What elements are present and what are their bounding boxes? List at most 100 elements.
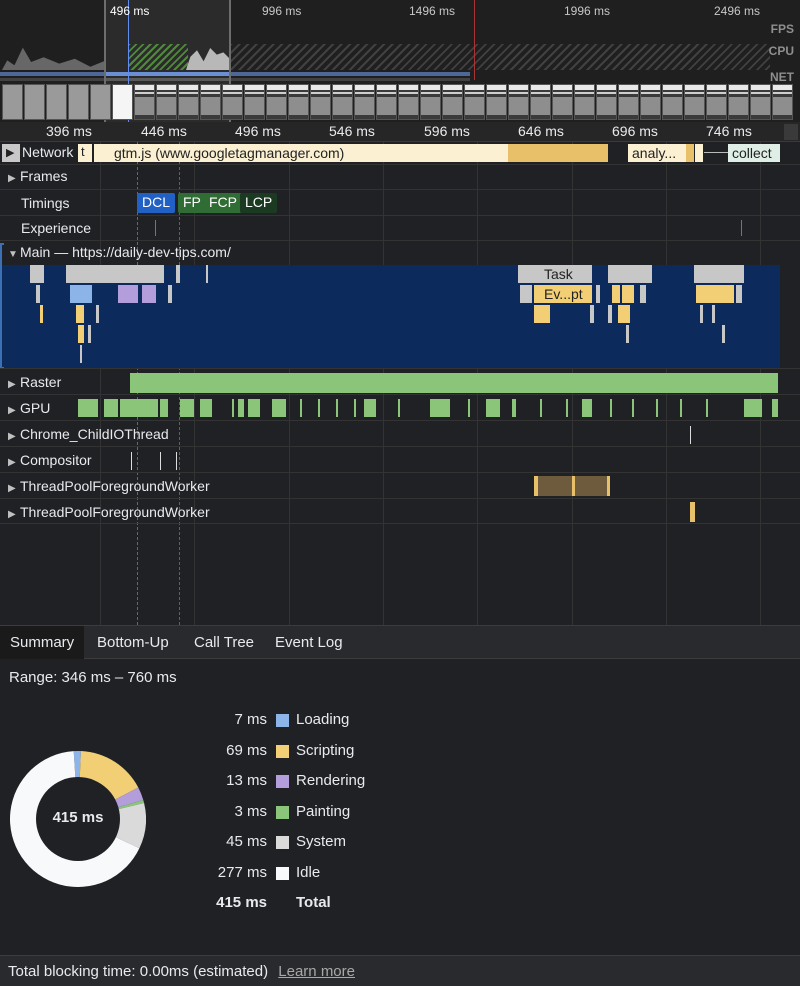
- flame-slice[interactable]: [596, 285, 600, 303]
- task-slice[interactable]: Task: [534, 265, 592, 283]
- timing-marker-fp[interactable]: FP: [178, 193, 206, 213]
- filmstrip-thumbnail[interactable]: [354, 84, 375, 120]
- filmstrip-thumbnail[interactable]: [200, 84, 221, 120]
- main-thread-row[interactable]: ▼ Main — https://daily-dev-tips.com/ Task…: [0, 240, 800, 369]
- flame-slice[interactable]: [518, 265, 534, 283]
- layout-shift-marker[interactable]: [155, 220, 156, 236]
- network-request-analytics[interactable]: analy...: [628, 144, 686, 162]
- flame-slice[interactable]: [590, 305, 594, 323]
- gpu-task[interactable]: [632, 399, 634, 417]
- gpu-task[interactable]: [656, 399, 658, 417]
- filmstrip-thumbnail[interactable]: [706, 84, 727, 120]
- gpu-task[interactable]: [680, 399, 682, 417]
- gpu-task[interactable]: [772, 399, 778, 417]
- expand-arrow-icon[interactable]: ▶: [8, 509, 20, 520]
- flame-slice[interactable]: [176, 265, 180, 283]
- flame-slice[interactable]: [206, 265, 208, 283]
- learn-more-link[interactable]: Learn more: [278, 963, 355, 980]
- filmstrip-thumbnail[interactable]: [420, 84, 441, 120]
- filmstrip-thumbnail[interactable]: [552, 84, 573, 120]
- gpu-task[interactable]: [398, 399, 400, 417]
- collapse-arrow-icon[interactable]: ▼: [8, 249, 20, 260]
- io-thread-row[interactable]: ▶ Chrome_ChildIOThread: [0, 420, 800, 446]
- gpu-task[interactable]: [336, 399, 338, 417]
- flame-slice[interactable]: [534, 305, 550, 323]
- flame-slice[interactable]: [640, 285, 646, 303]
- flame-slice[interactable]: [712, 305, 715, 323]
- flame-slice[interactable]: [168, 285, 172, 303]
- flame-slice[interactable]: [696, 285, 734, 303]
- flame-slice[interactable]: [520, 285, 532, 303]
- gpu-task[interactable]: [318, 399, 320, 417]
- filmstrip-thumbnail[interactable]: [508, 84, 529, 120]
- filmstrip-thumbnail[interactable]: [376, 84, 397, 120]
- gpu-task[interactable]: [238, 399, 244, 417]
- flame-slice[interactable]: [700, 305, 703, 323]
- gpu-task[interactable]: [160, 399, 168, 417]
- filmstrip-thumbnail[interactable]: [244, 84, 265, 120]
- filmstrip-thumbnail[interactable]: [156, 84, 177, 120]
- compositor-event[interactable]: [131, 452, 132, 470]
- flame-slice[interactable]: [30, 265, 44, 283]
- compositor-event[interactable]: [176, 452, 177, 470]
- filmstrip-thumbnail[interactable]: [618, 84, 639, 120]
- experience-row[interactable]: Experience: [0, 215, 800, 240]
- flame-slice[interactable]: [78, 325, 84, 343]
- flame-slice[interactable]: [612, 285, 620, 303]
- worker-row[interactable]: ▶ ThreadPoolForegroundWorker: [0, 498, 800, 524]
- filmstrip-thumbnail[interactable]: [310, 84, 331, 120]
- filmstrip-thumbnail[interactable]: [442, 84, 463, 120]
- gpu-task[interactable]: [582, 399, 592, 417]
- filmstrip-thumbnail[interactable]: [750, 84, 771, 120]
- layout-shift-marker[interactable]: [741, 220, 742, 236]
- worker-task[interactable]: [690, 502, 695, 522]
- raster-row[interactable]: ▶ Raster: [0, 368, 800, 394]
- flame-slice[interactable]: [36, 285, 40, 303]
- filmstrip-thumbnail[interactable]: [684, 84, 705, 120]
- flame-slice[interactable]: [608, 265, 652, 283]
- expand-arrow-icon[interactable]: ▶: [8, 379, 20, 390]
- flame-slice[interactable]: [722, 325, 725, 343]
- network-request-collect[interactable]: collect: [728, 144, 780, 162]
- gpu-task[interactable]: [232, 399, 234, 417]
- filmstrip-thumbnail[interactable]: [464, 84, 485, 120]
- gpu-task[interactable]: [706, 399, 708, 417]
- io-event[interactable]: [690, 426, 691, 444]
- flame-slice[interactable]: [142, 285, 156, 303]
- worker-row[interactable]: ▶ ThreadPoolForegroundWorker: [0, 472, 800, 498]
- filmstrip-thumbnail[interactable]: [90, 84, 111, 120]
- expand-arrow-icon[interactable]: ▶: [8, 431, 20, 442]
- filmstrip-thumbnail[interactable]: [266, 84, 287, 120]
- gpu-task[interactable]: [540, 399, 542, 417]
- gpu-task[interactable]: [272, 399, 286, 417]
- flame-slice[interactable]: [76, 305, 84, 323]
- filmstrip-thumbnail[interactable]: [640, 84, 661, 120]
- gpu-row[interactable]: ▶ GPU: [0, 394, 800, 420]
- expand-arrow-icon[interactable]: ▶: [8, 405, 20, 416]
- filmstrip-thumbnail[interactable]: [574, 84, 595, 120]
- gpu-task[interactable]: [610, 399, 612, 417]
- gpu-task[interactable]: [430, 399, 450, 417]
- flame-slice[interactable]: [40, 305, 43, 323]
- filmstrip-thumbnail[interactable]: [728, 84, 749, 120]
- network-request-gtm[interactable]: gtm.js (www.googletagmanager.com): [94, 144, 508, 162]
- flame-slice[interactable]: [80, 345, 82, 363]
- compositor-row[interactable]: ▶ Compositor: [0, 446, 800, 472]
- filmstrip-thumbnail[interactable]: [332, 84, 353, 120]
- filmstrip-thumbnail[interactable]: [134, 84, 155, 120]
- gpu-task[interactable]: [468, 399, 470, 417]
- gpu-task[interactable]: [354, 399, 356, 417]
- flame-slice[interactable]: [70, 285, 92, 303]
- gpu-task[interactable]: [180, 399, 194, 417]
- network-row[interactable]: ▶ Network t gtm.js (www.googletagmanager…: [0, 142, 800, 164]
- flame-slice[interactable]: [736, 285, 742, 303]
- ruler-scroll-thumb[interactable]: [784, 124, 798, 140]
- flame-slice[interactable]: [608, 305, 612, 323]
- filmstrip-thumbnail[interactable]: [24, 84, 45, 120]
- tab-summary[interactable]: Summary: [0, 626, 85, 659]
- filmstrip-thumbnail[interactable]: [662, 84, 683, 120]
- flame-slice[interactable]: [96, 305, 99, 323]
- expand-arrow-icon[interactable]: ▶: [8, 457, 20, 468]
- tab-call-tree[interactable]: Call Tree: [184, 626, 264, 659]
- timing-marker-dcl[interactable]: DCL: [137, 193, 176, 213]
